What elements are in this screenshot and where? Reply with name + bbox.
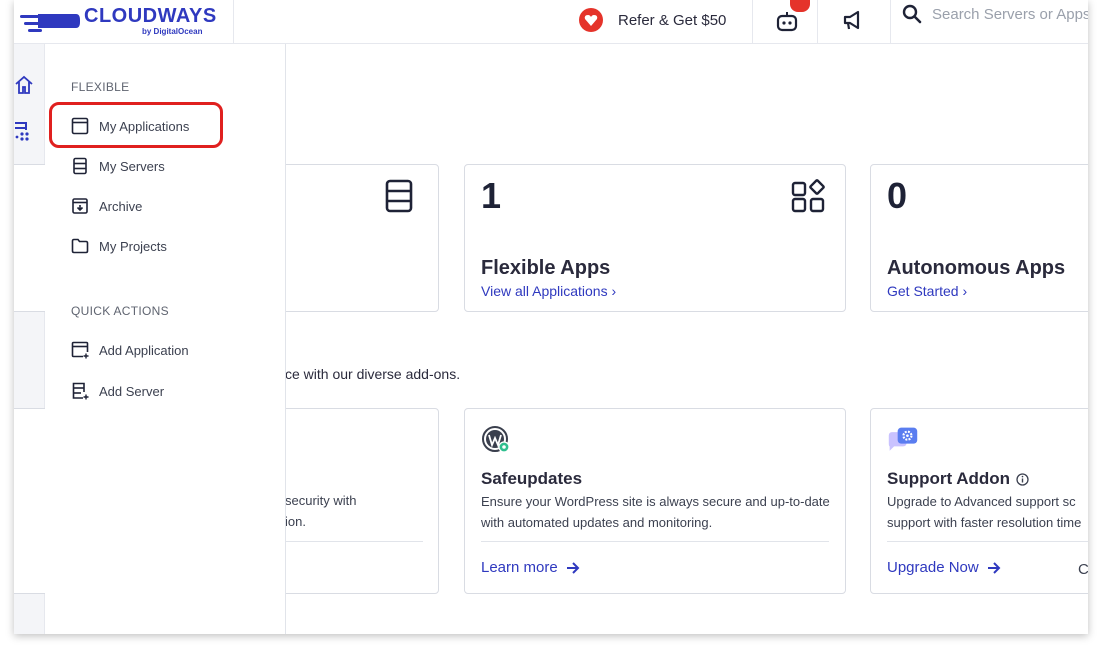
search-input[interactable] [932,5,1088,23]
safeupdates-title-text: Safeupdates [481,469,583,488]
logo-text: CLOUDWAYS [84,5,217,27]
addon-separator [887,541,1088,542]
menu-toggle-icon[interactable] [20,12,80,34]
logo-subtext: by DigitalOcean [142,27,203,36]
addon-card-support: Support Addon Upgrade to Advanced suppor… [870,408,1088,594]
menu-item-label: My Servers [99,158,165,174]
divider [890,0,891,44]
menu-item-label: My Projects [99,238,167,254]
menu-item-add-server[interactable]: Add Server [71,379,164,403]
menu-item-label: Archive [99,198,143,214]
annotation-highlight [49,102,223,148]
menu-item-my-servers[interactable]: My Servers [71,154,165,178]
autonomous-apps-title: Autonomous Apps [887,257,1066,279]
notification-badge [790,0,810,12]
get-started-link[interactable]: Get Started › [887,283,967,299]
stat-card-flexible-apps: 1 Flexible Apps View all Applications › [464,164,846,312]
apps-icon [791,179,825,213]
folder-icon [71,238,89,254]
arrow-right-icon [987,561,1001,574]
safeupdates-desc: Ensure your WordPress site is always sec… [481,494,830,530]
app-window: CLOUDWAYS by DigitalOcean Refer & Get $5… [14,0,1088,634]
flexible-apps-title: Flexible Apps [481,257,611,279]
flyout-menu: FLEXIBLE My Applications My Servers Arch… [45,44,286,634]
arrow-right-icon [566,561,580,574]
addon-separator [481,541,829,542]
addons-intro: ce with our diverse add-ons. [285,366,461,382]
refer-button[interactable]: Refer & Get $50 [574,0,752,40]
autonomous-apps-count: 0 [887,175,908,216]
learn-more-label: Learn more [481,559,558,576]
menu-item-my-projects[interactable]: My Projects [71,234,167,258]
archive-icon [72,198,88,214]
wordpress-icon [482,426,510,453]
refer-label: Refer & Get $50 [618,11,727,29]
view-all-applications-link[interactable]: View all Applications › [481,283,616,299]
safeupdates-title: Safeupdates [481,469,582,489]
heart-gift-icon [579,8,603,32]
addon-separator [285,541,423,542]
divider [752,0,753,44]
support-addon-desc: Upgrade to Advanced support sc support w… [887,494,1082,530]
support-addon-title-text: Support Addon [887,469,1011,488]
top-bar: CLOUDWAYS by DigitalOcean Refer & Get $5… [14,0,1088,44]
server-icon [73,157,87,175]
logo[interactable]: CLOUDWAYS by DigitalOcean [14,0,234,44]
addon-desc-line: security with [285,493,357,508]
support-addon-title: Support Addon [887,469,1029,489]
search-icon [902,4,922,24]
megaphone-icon[interactable] [840,8,866,34]
home-icon[interactable] [14,74,34,96]
search-bar[interactable] [902,4,1088,24]
add-server-icon [72,382,89,400]
flexible-apps-count: 1 [481,175,502,216]
divider [817,0,818,44]
quick-actions-title: QUICK ACTIONS [71,304,169,318]
truncated-link[interactable]: C [1078,559,1088,580]
learn-more-link[interactable]: Learn more [481,559,580,576]
menu-item-archive[interactable]: Archive [71,194,142,218]
server-icon [385,179,413,213]
stat-card-autonomous-apps: 0 Autonomous Apps Get Started › [870,164,1088,312]
menu-item-label: Add Application [99,342,189,358]
menu-item-add-application[interactable]: Add Application [71,338,189,362]
flexible-section-title: FLEXIBLE [71,80,130,94]
upgrade-now-label: Upgrade Now [887,559,979,576]
menu-item-label: Add Server [99,383,165,399]
apps-grid-icon[interactable] [14,120,34,142]
support-chat-icon [888,427,918,451]
info-icon[interactable] [1016,472,1029,486]
addon-card-safeupdates: Safeupdates Ensure your WordPress site i… [464,408,846,594]
addon-desc-line: ion. [285,514,306,529]
add-window-icon [71,341,89,359]
upgrade-now-link[interactable]: Upgrade Now [887,559,1001,576]
